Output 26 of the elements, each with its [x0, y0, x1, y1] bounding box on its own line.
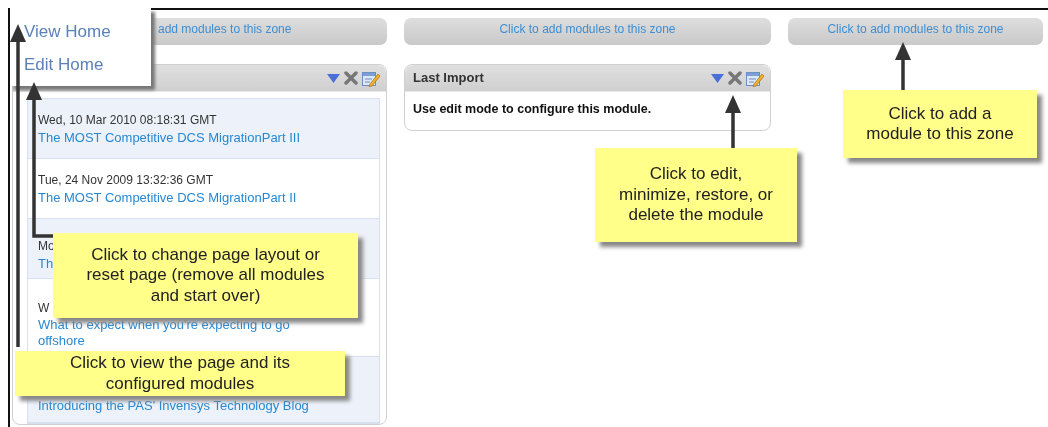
callout-note: Click to add a module to this zone [843, 90, 1037, 158]
callout-note: Click to change page layout or reset page (remove all modules and start over) [53, 233, 358, 318]
edit-icon[interactable] [362, 69, 380, 87]
post-link[interactable]: Introducing the PAS' Invensys Technology Blog [38, 398, 309, 415]
post-date: Tue, 24 Nov 2009 13:32:36 GMT [38, 172, 213, 189]
arrow [725, 95, 741, 148]
add-modules-bar[interactable]: Click to add modules to this zone [788, 18, 1043, 45]
add-modules-bar[interactable]: Click to add modules to this zone [404, 18, 771, 45]
post-date: W [38, 300, 50, 317]
module-title: Last Import [413, 69, 484, 88]
post-date: Wed, 10 Mar 2010 08:18:31 GMT [38, 112, 217, 129]
collapse-icon[interactable] [327, 73, 340, 83]
edit-icon[interactable] [746, 69, 764, 87]
callout-note: Click to edit, minimize, restore, or delete the module [595, 148, 797, 242]
menu-link[interactable]: Edit Home [24, 55, 104, 74]
arrow [895, 42, 911, 90]
post-link[interactable]: The MOST Competitive DCS MigrationPart III [38, 130, 300, 147]
collapse-icon[interactable] [711, 73, 724, 83]
post-link[interactable]: What to expect when you're expecting to go offshore [38, 317, 328, 350]
close-icon[interactable] [728, 71, 742, 85]
close-icon[interactable] [344, 71, 358, 85]
module-message: Use edit mode to configure this module. [413, 101, 652, 118]
callout-note: Click to view the page and its configured modules [15, 351, 345, 396]
post-link[interactable]: Th [38, 256, 54, 273]
post-link[interactable]: The MOST Competitive DCS MigrationPart II [38, 190, 297, 207]
menu-link[interactable]: View Home [24, 22, 111, 41]
